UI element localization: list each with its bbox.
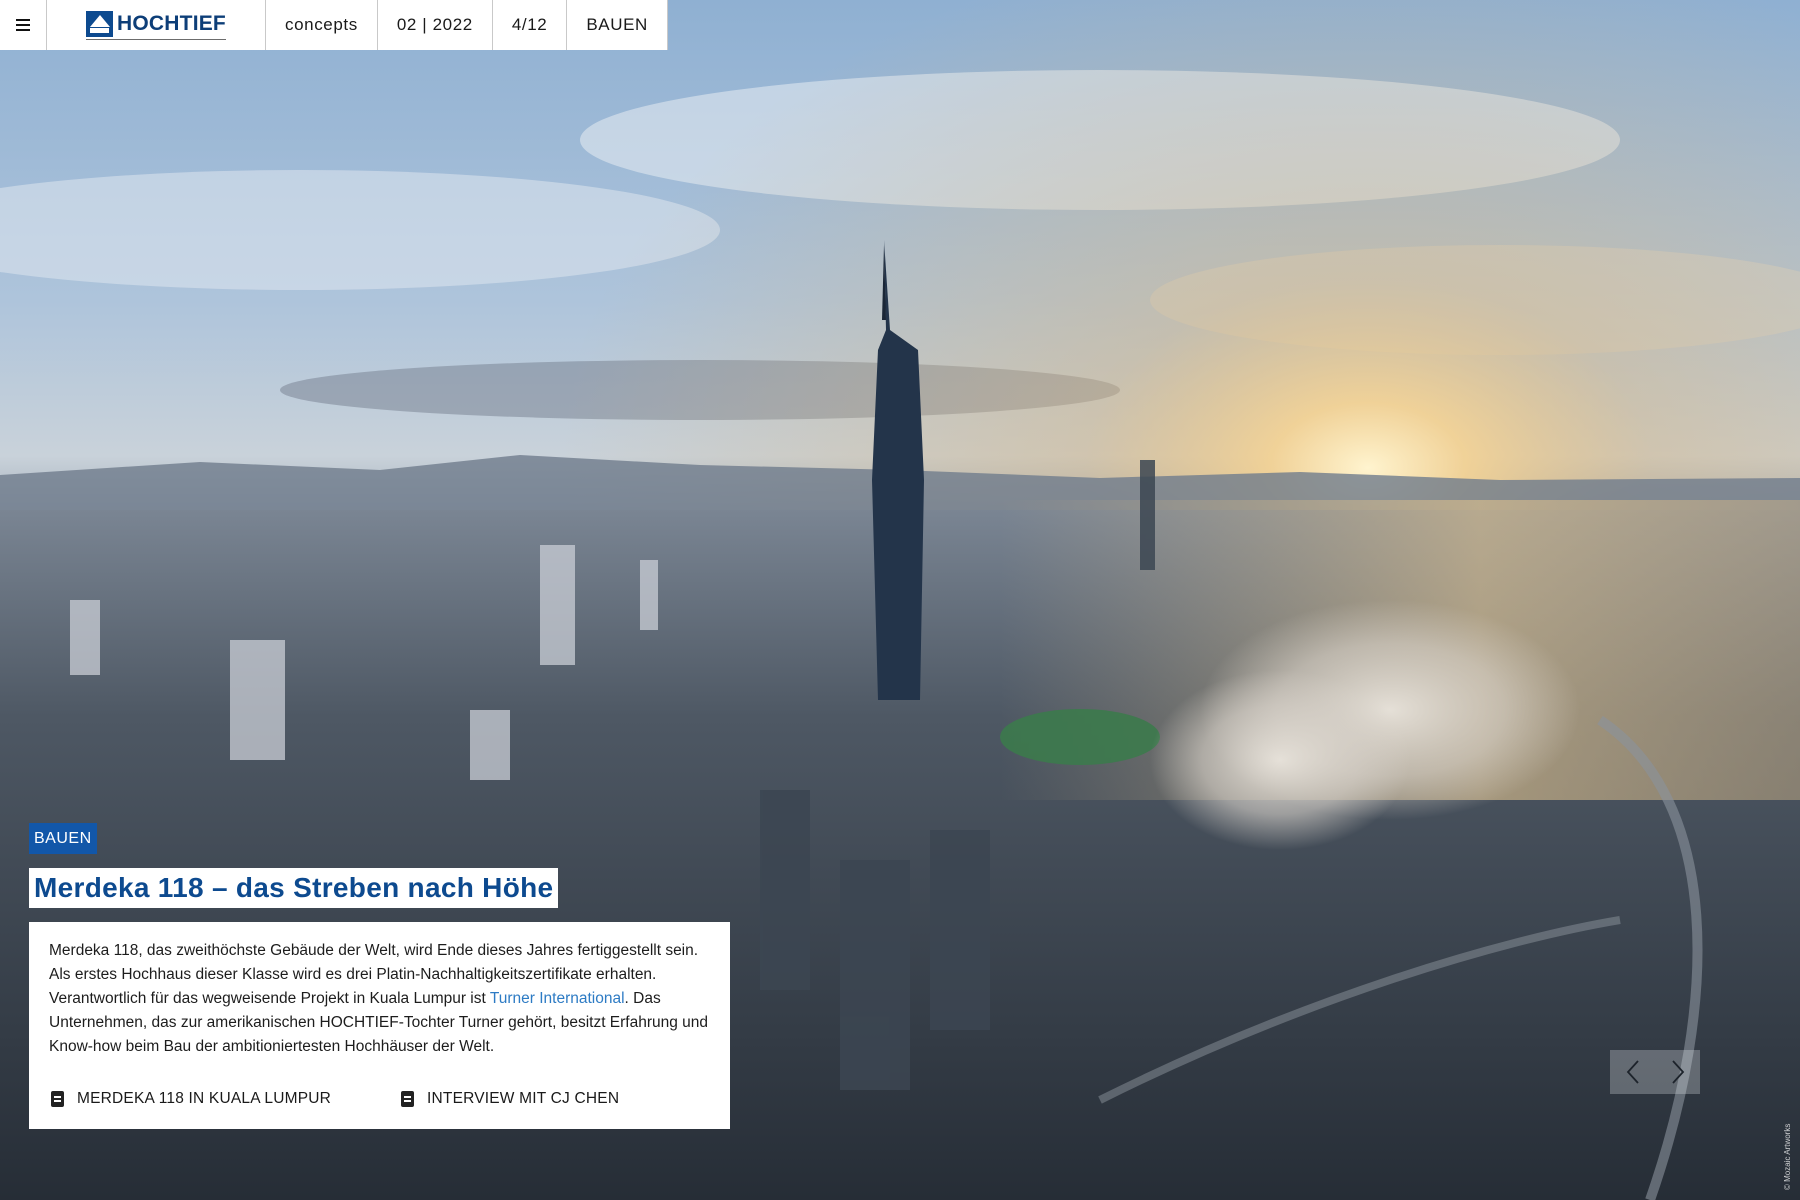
hochtief-logo-icon xyxy=(86,10,114,37)
link-interview-cj-chen[interactable]: INTERVIEW MIT CJ CHEN xyxy=(401,1090,619,1108)
nav-item-page-counter[interactable]: 4/12 xyxy=(493,0,568,50)
hamburger-menu-button[interactable] xyxy=(0,0,47,50)
document-icon xyxy=(51,1091,64,1107)
link-label: INTERVIEW MIT CJ CHEN xyxy=(427,1090,620,1107)
category-tag[interactable]: BAUEN xyxy=(29,823,97,854)
chevron-left-icon xyxy=(1626,1060,1639,1084)
photo-credit: © Mozaic Artworks xyxy=(1783,1123,1792,1190)
article-headline: Merdeka 118 – das Streben nach Höhe xyxy=(29,868,559,908)
link-merdeka-kuala-lumpur[interactable]: MERDEKA 118 IN KUALA LUMPUR xyxy=(51,1090,401,1108)
document-icon xyxy=(401,1091,414,1107)
logo-link[interactable]: HOCHTIEF xyxy=(47,0,266,50)
article-teaser-card: Merdeka 118, das zweithöchste Gebäude de… xyxy=(29,922,730,1129)
related-links: MERDEKA 118 IN KUALA LUMPUR INTERVIEW MI… xyxy=(51,1090,619,1108)
hochtief-logo: HOCHTIEF xyxy=(86,10,226,40)
top-navigation-bar: HOCHTIEF concepts 02 | 2022 4/12 BAUEN xyxy=(0,0,668,50)
nav-item-concepts[interactable]: concepts xyxy=(266,0,378,50)
logo-text: HOCHTIEF xyxy=(117,11,226,35)
chevron-right-icon xyxy=(1671,1060,1684,1084)
hamburger-menu-icon xyxy=(16,19,30,31)
slider-controls xyxy=(1610,1050,1700,1094)
previous-slide-button[interactable] xyxy=(1610,1050,1655,1094)
link-label: MERDEKA 118 IN KUALA LUMPUR xyxy=(77,1090,332,1107)
turner-international-link[interactable]: Turner International xyxy=(490,990,625,1007)
nav-item-section[interactable]: BAUEN xyxy=(567,0,668,50)
nav-item-issue[interactable]: 02 | 2022 xyxy=(378,0,493,50)
next-slide-button[interactable] xyxy=(1655,1050,1700,1094)
article-body: Merdeka 118, das zweithöchste Gebäude de… xyxy=(49,939,709,1059)
